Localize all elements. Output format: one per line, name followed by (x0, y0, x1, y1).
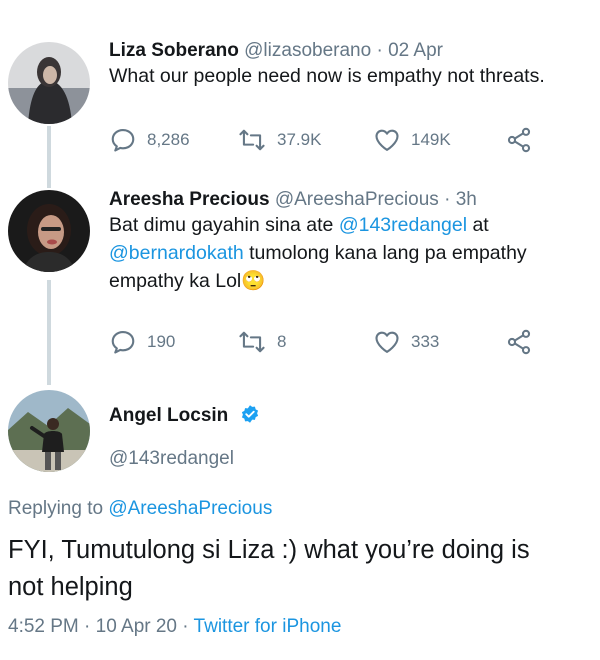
retweet-button[interactable]: 8 (237, 328, 286, 356)
replying-to: Replying to @AreeshaPrecious (8, 498, 272, 520)
reply-icon (109, 328, 137, 356)
tweet-text-content: tumolong kana lang pa empathy (243, 242, 527, 264)
tweet-actions: 8,286 37.9K 149K (109, 126, 549, 156)
tweet-text-content: Bat dimu gayahin sina ate (109, 214, 339, 236)
author-name[interactable]: Liza Soberano (109, 40, 239, 61)
reply-count: 190 (147, 332, 176, 351)
author-handle[interactable]: @143redangel (109, 448, 234, 469)
tweet-header: Areesha Precious @AreeshaPrecious · 3h (109, 189, 477, 211)
reply-count: 8,286 (147, 130, 190, 149)
mention-link[interactable]: @143redangel (339, 214, 467, 236)
focus-author-handle-row: @143redangel (109, 448, 234, 470)
reply-button[interactable]: 8,286 (109, 126, 190, 154)
tweet-source-link[interactable]: Twitter for iPhone (194, 616, 342, 637)
focus-tweet-text: FYI, Tumutulong si Liza :) what you’re d… (8, 532, 598, 606)
share-icon (505, 126, 533, 154)
tweet-text: What our people need now is empathy not … (109, 62, 579, 90)
avatar-angel-locsin[interactable] (8, 390, 90, 472)
mention-link[interactable]: @bernardokath (109, 242, 244, 264)
heart-icon (373, 328, 401, 356)
reply-button[interactable]: 190 (109, 328, 175, 356)
tweet-text-line: Bat dimu gayahin sina ate @143redangel a… (109, 211, 579, 239)
tweet-text-content: What our people need now is empathy not … (109, 65, 545, 87)
retweet-count: 8 (277, 332, 287, 351)
retweet-button[interactable]: 37.9K (237, 126, 321, 154)
dot-separator: · (376, 40, 383, 61)
share-button[interactable] (505, 328, 533, 356)
heart-icon (373, 126, 401, 154)
dot-separator: · (182, 616, 189, 637)
share-button[interactable] (505, 126, 533, 154)
thread-line-1 (47, 126, 51, 188)
eye-roll-emoji-icon: 🙄 (241, 270, 266, 292)
tweet-text-line: @bernardokath tumolong kana lang pa empa… (109, 239, 579, 267)
like-button[interactable]: 333 (373, 328, 439, 356)
tweet-time[interactable]: 4:52 PM (8, 616, 79, 637)
tweet-actions: 190 8 333 (109, 328, 549, 358)
replying-to-link[interactable]: @AreeshaPrecious (108, 498, 272, 519)
like-count: 333 (411, 332, 440, 351)
tweet-text-line: empathy ka Lol🙄 (109, 267, 579, 295)
tweet-header: Liza Soberano @lizasoberano · 02 Apr (109, 40, 443, 62)
author-handle[interactable]: @AreeshaPrecious (275, 189, 439, 210)
like-count: 149K (411, 130, 451, 149)
tweet-timestamp-row: 4:52 PM · 10 Apr 20 · Twitter for iPhone (8, 616, 341, 638)
avatar-liza-soberano[interactable] (8, 42, 90, 124)
author-name[interactable]: Angel Locsin (109, 405, 228, 426)
verified-badge-icon (240, 404, 260, 430)
tweet-text-line: not helping (8, 573, 133, 601)
retweet-icon (237, 126, 267, 154)
tweet-time[interactable]: 3h (456, 189, 477, 210)
author-name[interactable]: Areesha Precious (109, 189, 270, 210)
author-handle[interactable]: @lizasoberano (244, 40, 371, 61)
share-icon (505, 328, 533, 356)
tweet-text-content: empathy ka Lol (109, 270, 242, 292)
replying-to-label: Replying to (8, 498, 109, 519)
retweet-count: 37.9K (277, 130, 322, 149)
like-button[interactable]: 149K (373, 126, 451, 154)
tweet-time[interactable]: 02 Apr (388, 40, 443, 61)
tweet-text-content: at (467, 214, 489, 236)
tweet-date[interactable]: 10 Apr 20 (96, 616, 177, 637)
dot-separator: · (444, 189, 451, 210)
retweet-icon (237, 328, 267, 356)
reply-icon (109, 126, 137, 154)
dot-separator: · (84, 616, 91, 637)
focus-author-name-row: Angel Locsin (109, 404, 260, 430)
tweet-text: Bat dimu gayahin sina ate @143redangel a… (109, 211, 579, 295)
thread-line-2 (47, 280, 51, 385)
avatar-areesha-precious[interactable] (8, 190, 90, 272)
tweet-text-line: FYI, Tumutulong si Liza :) what you’re d… (8, 536, 530, 564)
